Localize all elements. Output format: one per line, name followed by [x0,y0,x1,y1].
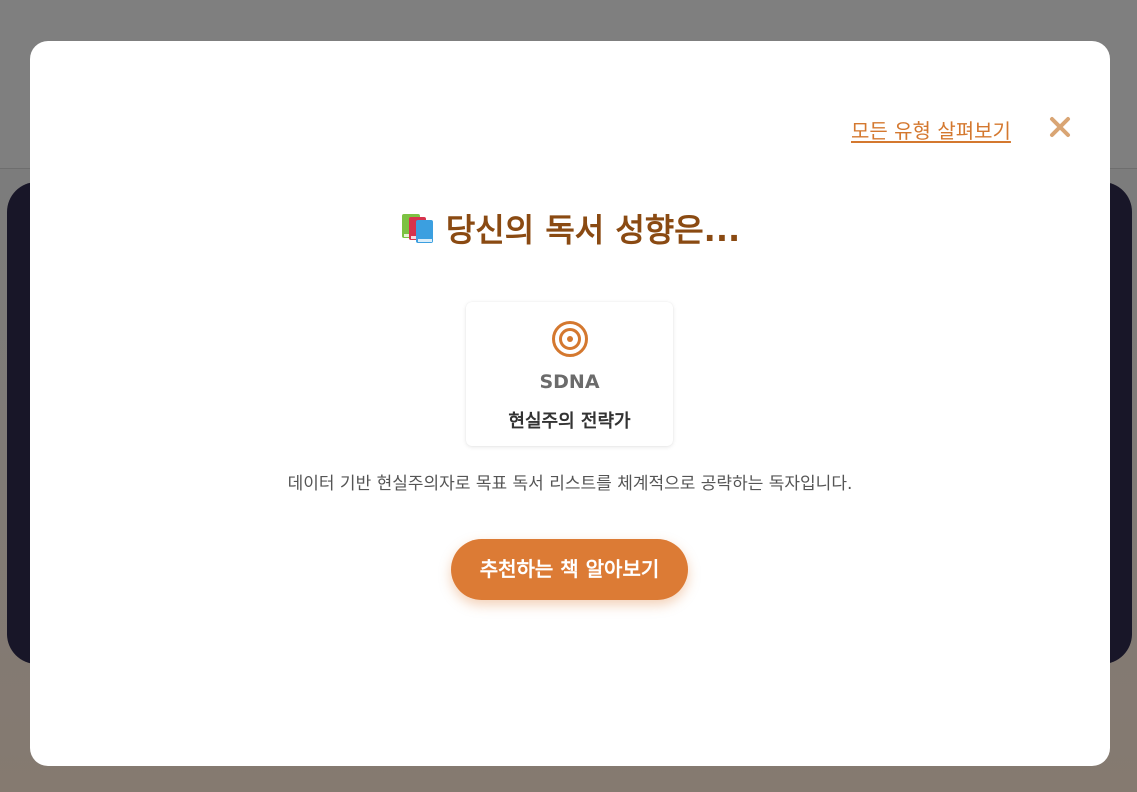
result-type-card: SDNA 현실주의 전략가 [466,302,673,446]
type-description: 데이터 기반 현실주의자로 목표 독서 리스트를 체계적으로 공략하는 독자입니… [287,474,853,494]
type-name: 현실주의 전략가 [508,411,631,432]
close-icon [1050,117,1070,137]
target-icon [552,321,588,357]
result-heading: 당신의 독서 성향은... [30,205,1110,251]
close-button[interactable] [1048,113,1072,141]
result-modal: 모든 유형 살펴보기 당신의 독서 성향은... SDNA 현실주의 전략가 데… [30,41,1110,766]
heading-text: 당신의 독서 성향은... [445,211,741,249]
type-code: SDNA [539,371,600,393]
browse-all-types-link[interactable]: 모든 유형 살펴보기 [851,115,1011,144]
books-icon [401,214,433,243]
recommended-books-button[interactable]: 추천하는 책 알아보기 [451,539,688,600]
